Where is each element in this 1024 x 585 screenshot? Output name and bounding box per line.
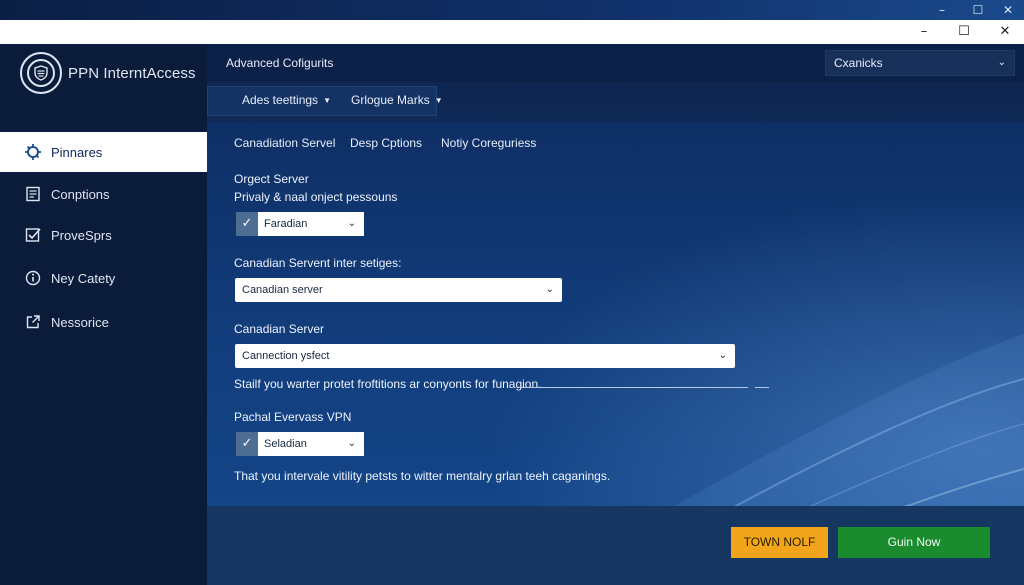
object-server-select[interactable]: Faradian ⌄ bbox=[258, 212, 364, 236]
close-button[interactable]: ✕ bbox=[991, 23, 1019, 41]
sidebar-item-label: Ney Catety bbox=[51, 270, 116, 286]
os-maximize-button[interactable]: ☐ bbox=[968, 2, 988, 18]
background-swoosh bbox=[537, 334, 1024, 585]
minimize-button[interactable]: – bbox=[910, 23, 938, 41]
maximize-button[interactable]: ☐ bbox=[950, 23, 978, 41]
sidebar-item-conptions[interactable]: Conptions bbox=[0, 174, 207, 214]
select-value: Faradian bbox=[264, 218, 308, 230]
chevron-down-icon: ⌄ bbox=[997, 57, 1006, 68]
main-panel: Advanced Cofigurits Cxanicks ⌄ Ades teet… bbox=[207, 44, 1024, 585]
sidebar-item-label: Conptions bbox=[51, 186, 110, 202]
tab-desp-cptions[interactable]: Desp Cptions bbox=[350, 136, 422, 150]
subtab-ades-teettings[interactable]: Ades teettings ▼ bbox=[242, 93, 331, 107]
caret-down-icon: ▼ bbox=[323, 96, 331, 106]
object-server-checkbox[interactable]: ✓ bbox=[236, 212, 258, 236]
vpn-helper-text: That you intervale vitility petsts to wi… bbox=[234, 469, 611, 483]
brand: PPN InterntAccess bbox=[20, 52, 196, 94]
sidebar: PPN InterntAccess Pinnares Conptions Pro… bbox=[0, 44, 207, 585]
sidebar-item-nessorice[interactable]: Nessorice bbox=[0, 302, 207, 342]
profile-select-value: Cxanicks bbox=[834, 56, 883, 70]
chevron-down-icon: ⌄ bbox=[718, 350, 727, 361]
vpn-gear-icon bbox=[24, 143, 42, 161]
tab-canadiation-servel[interactable]: Canadiation Servel bbox=[234, 136, 335, 150]
canadian-server-label: Canadian Server bbox=[234, 322, 325, 336]
subtab-bar: Ades teettings ▼ Grlogue Marks ▼ bbox=[207, 82, 1024, 122]
external-link-icon bbox=[24, 313, 42, 331]
subtab-label: Grlogue Marks bbox=[351, 93, 430, 107]
window-titlebar: – ☐ ✕ bbox=[0, 20, 1024, 44]
vpn-control: ✓ Seladian ⌄ bbox=[236, 432, 364, 456]
server-settings-select[interactable]: Canadian server ⌄ bbox=[235, 278, 562, 302]
connection-helper-text: Stailf you warter protet froftitions ar … bbox=[234, 377, 542, 391]
sidebar-item-label: Nessorice bbox=[51, 314, 109, 330]
tab-notiy-coreguriess[interactable]: Notiy Coreguriess bbox=[441, 136, 536, 150]
object-server-control: ✓ Faradian ⌄ bbox=[236, 212, 364, 236]
sidebar-item-label: Pinnares bbox=[51, 144, 103, 160]
sidebar-item-pinnares[interactable]: Pinnares bbox=[0, 132, 207, 172]
sidebar-item-provesprs[interactable]: ProveSprs bbox=[0, 215, 207, 255]
server-settings-label: Canadian Servent inter setiges: bbox=[234, 256, 402, 270]
vpn-checkbox[interactable]: ✓ bbox=[236, 432, 258, 456]
info-icon bbox=[24, 269, 42, 287]
os-top-strip: – ☐ ✕ bbox=[0, 0, 1024, 20]
group-title: Orgect Server bbox=[234, 172, 309, 186]
sidebar-item-label: ProveSprs bbox=[51, 227, 112, 243]
os-minimize-button[interactable]: – bbox=[932, 2, 952, 18]
chevron-down-icon: ⌄ bbox=[347, 218, 356, 229]
vpn-select[interactable]: Seladian ⌄ bbox=[258, 432, 364, 456]
checkbox-icon bbox=[24, 226, 42, 244]
select-value: Seladian bbox=[264, 438, 307, 450]
os-close-button[interactable]: ✕ bbox=[998, 2, 1018, 18]
helper-input-line[interactable] bbox=[521, 387, 748, 388]
subtab-grlogue-marks[interactable]: Grlogue Marks ▼ bbox=[351, 93, 443, 107]
helper-input-line-short[interactable] bbox=[755, 387, 769, 388]
subtab-label: Ades teettings bbox=[242, 93, 319, 107]
town-nolf-button[interactable]: TOWN NOLF bbox=[731, 527, 828, 558]
header-bar: Advanced Cofigurits Cxanicks ⌄ bbox=[207, 44, 1024, 82]
vpn-group-label: Pachal Evervass VPN bbox=[234, 410, 352, 424]
sidebar-item-ney-catety[interactable]: Ney Catety bbox=[0, 258, 207, 298]
chevron-down-icon: ⌄ bbox=[347, 438, 356, 449]
profile-select[interactable]: Cxanicks ⌄ bbox=[825, 50, 1015, 76]
document-icon bbox=[24, 185, 42, 203]
page-title: Advanced Cofigurits bbox=[226, 56, 334, 70]
chevron-down-icon: ⌄ bbox=[545, 284, 554, 295]
shield-logo-icon bbox=[20, 52, 62, 94]
select-value: Cannection ysfect bbox=[242, 350, 330, 362]
brand-name: PPN InterntAccess bbox=[68, 64, 196, 82]
connection-select[interactable]: Cannection ysfect ⌄ bbox=[235, 344, 735, 368]
guin-now-button[interactable]: Guin Now bbox=[838, 527, 990, 558]
select-value: Canadian server bbox=[242, 284, 323, 296]
group-subtitle: Privaly & naal onject pessouns bbox=[234, 190, 398, 204]
caret-down-icon: ▼ bbox=[434, 96, 443, 106]
